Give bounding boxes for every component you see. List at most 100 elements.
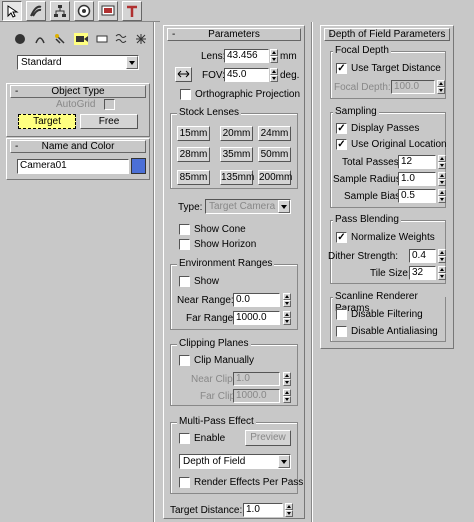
lens-button-50mm[interactable]: 50mm: [258, 147, 291, 162]
modify-tab[interactable]: [26, 1, 46, 21]
lights-icon[interactable]: [54, 33, 68, 47]
far-clip-field[interactable]: 1000.0: [233, 389, 280, 403]
total-passes-field[interactable]: 12: [398, 155, 436, 169]
utilities-tab-icon: [127, 5, 137, 17]
preview-button[interactable]: Preview: [245, 430, 291, 446]
systems-icon[interactable]: [135, 33, 149, 47]
target-distance-value: 1.0: [246, 504, 260, 515]
disable-antialiasing-label: Disable Antialiasing: [351, 326, 438, 337]
near-range-value: 0.0: [236, 294, 250, 305]
chevron-down-icon[interactable]: [126, 56, 138, 69]
multipass-effect-value: Depth of Field: [183, 456, 246, 467]
enable-checkbox[interactable]: [179, 433, 190, 444]
sample-radius-spinner[interactable]: [438, 172, 446, 186]
sample-radius-value: 1.0: [401, 173, 415, 184]
sample-radius-field[interactable]: 1.0: [398, 172, 436, 186]
free-button[interactable]: Free: [80, 114, 138, 129]
multi-pass-title: Multi-Pass Effect: [177, 416, 256, 428]
display-passes-checkbox[interactable]: ✓: [336, 123, 347, 134]
object-color-swatch[interactable]: [131, 158, 146, 174]
preview-button-label: Preview: [250, 432, 286, 443]
spacewarps-icon[interactable]: [115, 33, 129, 47]
shapes-icon[interactable]: [34, 33, 48, 47]
fov-spinner[interactable]: [270, 68, 278, 82]
near-clip-field[interactable]: 1.0: [233, 372, 280, 386]
hierarchy-tab[interactable]: [50, 1, 70, 21]
lens-label: Lens:: [201, 51, 226, 62]
fov-field[interactable]: 45.0: [224, 68, 269, 82]
chevron-down-icon[interactable]: [278, 455, 290, 468]
far-clip-spinner[interactable]: [283, 389, 291, 403]
multipass-effect-dropdown[interactable]: Depth of Field: [179, 454, 291, 469]
use-original-location-checkbox[interactable]: ✓: [336, 139, 347, 150]
lens-button-15mm[interactable]: 15mm: [177, 126, 210, 141]
lens-spinner[interactable]: [270, 49, 278, 63]
normalize-weights-checkbox[interactable]: ✓: [336, 232, 347, 243]
object-name-field[interactable]: Camera01: [17, 159, 129, 174]
lens-button-85mm[interactable]: 85mm: [177, 170, 210, 185]
sample-radius-label: Sample Radius:: [333, 174, 404, 185]
dof-header[interactable]: - Depth of Field Parameters: [324, 28, 450, 41]
near-clip-spinner[interactable]: [283, 372, 291, 386]
free-button-label: Free: [98, 116, 120, 127]
lens-field[interactable]: 43.456: [224, 49, 269, 63]
env-show-checkbox[interactable]: [179, 276, 190, 287]
use-target-distance-checkbox[interactable]: ✓: [336, 63, 347, 74]
render-per-pass-checkbox[interactable]: [179, 477, 190, 488]
camera-type-dropdown[interactable]: Target Camera: [205, 199, 291, 214]
dither-strength-spinner[interactable]: [438, 249, 446, 263]
tile-size-spinner[interactable]: [438, 266, 446, 280]
focal-depth-field[interactable]: 100.0: [391, 80, 435, 94]
target-distance-spinner[interactable]: [285, 503, 293, 517]
show-horizon-checkbox[interactable]: [179, 239, 190, 250]
category-dropdown[interactable]: Standard: [17, 55, 139, 70]
helpers-icon[interactable]: [96, 33, 110, 47]
lens-button-35mm[interactable]: 35mm: [220, 147, 253, 162]
target-button[interactable]: Target: [18, 114, 76, 129]
create-tab[interactable]: [2, 1, 22, 21]
lens-button-24mm[interactable]: 24mm: [258, 126, 291, 141]
near-range-spinner[interactable]: [283, 293, 291, 307]
chevron-down-icon[interactable]: [278, 200, 290, 213]
lens-button-200mm[interactable]: 200mm: [258, 170, 293, 185]
panel-divider-highlight: [154, 22, 155, 522]
modify-tab-icon: [30, 5, 42, 17]
dither-strength-field[interactable]: 0.4: [409, 249, 436, 263]
autogrid-checkbox[interactable]: [104, 99, 115, 110]
parameters-header[interactable]: - Parameters: [167, 28, 301, 41]
total-passes-spinner[interactable]: [438, 155, 446, 169]
tile-size-field[interactable]: 32: [409, 266, 436, 280]
clip-manually-checkbox[interactable]: [179, 355, 190, 366]
fov-value: 45.0: [227, 69, 247, 80]
near-range-field[interactable]: 0.0: [233, 293, 280, 307]
display-tab[interactable]: [98, 1, 118, 21]
show-cone-checkbox[interactable]: [179, 224, 190, 235]
name-color-header[interactable]: - Name and Color: [10, 140, 146, 153]
sample-bias-spinner[interactable]: [438, 189, 446, 203]
lens-button-label: 200mm: [259, 172, 293, 183]
motion-tab[interactable]: [74, 1, 94, 21]
orthographic-checkbox[interactable]: [180, 89, 191, 100]
far-range-field[interactable]: 1000.0: [233, 311, 280, 325]
near-range-label: Near Range:: [177, 295, 234, 306]
utilities-tab[interactable]: [122, 1, 142, 21]
orthographic-label: Orthographic Projection: [195, 89, 301, 100]
far-clip-value: 1000.0: [236, 390, 267, 401]
tile-size-value: 32: [412, 267, 424, 278]
lens-button-20mm[interactable]: 20mm: [220, 126, 253, 141]
fov-direction-button[interactable]: [175, 67, 192, 82]
geometry-icon[interactable]: [14, 33, 28, 47]
enable-label: Enable: [194, 433, 226, 444]
disable-antialiasing-checkbox[interactable]: [336, 326, 347, 337]
focal-depth-spinner[interactable]: [437, 80, 445, 94]
far-range-spinner[interactable]: [283, 311, 291, 325]
target-distance-field[interactable]: 1.0: [243, 503, 283, 517]
disable-filtering-checkbox[interactable]: [336, 309, 347, 320]
lens-button-135mm[interactable]: 135mm: [220, 170, 255, 185]
sample-bias-field[interactable]: 0.5: [398, 189, 436, 203]
cameras-icon[interactable]: [74, 33, 88, 47]
object-type-header[interactable]: - Object Type: [10, 85, 146, 98]
panel-scroll-divider[interactable]: [311, 22, 313, 522]
lens-button-28mm[interactable]: 28mm: [177, 147, 210, 162]
lens-button-label: 135mm: [221, 172, 255, 183]
